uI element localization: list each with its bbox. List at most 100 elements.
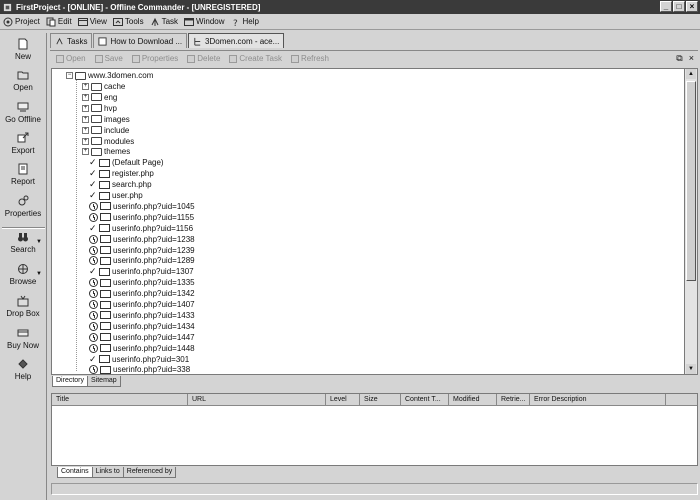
tree-vertical-scrollbar[interactable]: ▲ ▼ xyxy=(685,68,698,375)
properties-button[interactable]: Properties xyxy=(0,195,46,225)
tasks-icon xyxy=(56,37,63,44)
expand-icon[interactable]: + xyxy=(82,115,89,123)
tree-page[interactable]: ✓ user.php xyxy=(89,190,143,201)
menu-view[interactable]: View xyxy=(77,17,107,27)
tree-page[interactable]: ✓ register.php xyxy=(89,168,154,179)
tree-page[interactable]: userinfo.php?uid=1447 xyxy=(89,332,195,343)
tree-page[interactable]: ✓ userinfo.php?uid=1307 xyxy=(89,266,194,277)
tree-folder[interactable]: + themes xyxy=(82,146,130,157)
menu-tools[interactable]: Tools xyxy=(112,17,144,27)
clock-icon xyxy=(89,212,98,222)
new-button[interactable]: New xyxy=(0,38,46,68)
save-toolbar-button[interactable]: Save xyxy=(94,54,123,63)
column-title[interactable]: Title xyxy=(52,394,188,406)
browse-dropdown-arrow-icon[interactable]: ▼ xyxy=(36,271,42,277)
column-error-description[interactable]: Error Description xyxy=(530,394,666,406)
details-grid[interactable]: Title URL Level Size Content T... Modifi… xyxy=(51,393,698,466)
tree-page[interactable]: userinfo.php?uid=1289 xyxy=(89,255,195,266)
open-button[interactable]: Open xyxy=(0,69,46,99)
tree-page[interactable]: userinfo.php?uid=1407 xyxy=(89,299,195,310)
expand-icon[interactable]: + xyxy=(82,126,89,134)
properties-toolbar-button[interactable]: Properties xyxy=(131,54,178,63)
tab-how-to-download[interactable]: How to Download ... xyxy=(93,33,188,48)
menu-project[interactable]: Project xyxy=(3,17,40,27)
properties-small-icon xyxy=(131,54,140,63)
column-url[interactable]: URL xyxy=(188,394,326,406)
scroll-up-icon[interactable]: ▲ xyxy=(686,69,696,79)
tab-tasks[interactable]: Tasks xyxy=(50,33,93,48)
expand-icon[interactable]: + xyxy=(82,137,89,145)
help-button[interactable]: Help xyxy=(0,358,46,388)
tree-folder[interactable]: + images xyxy=(82,114,130,125)
tab-contains[interactable]: Contains xyxy=(57,467,93,478)
tree-page[interactable]: ✓ search.php xyxy=(89,179,152,190)
create-task-toolbar-button[interactable]: Create Task xyxy=(229,54,282,63)
tree-folder[interactable]: + include xyxy=(82,125,129,136)
search-dropdown-arrow-icon[interactable]: ▼ xyxy=(36,239,42,245)
scroll-thumb[interactable] xyxy=(686,81,696,281)
scroll-down-icon[interactable]: ▼ xyxy=(686,364,696,374)
column-content-type[interactable]: Content T... xyxy=(401,394,449,406)
tab-sitemap[interactable]: Sitemap xyxy=(87,376,121,387)
clock-icon xyxy=(89,343,98,353)
column-level[interactable]: Level xyxy=(326,394,360,406)
tree-page[interactable]: userinfo.php?uid=1342 xyxy=(89,288,195,299)
tree-page[interactable]: userinfo.php?uid=1433 xyxy=(89,310,195,321)
clock-icon xyxy=(89,278,98,288)
menu-window[interactable]: Window xyxy=(184,17,225,27)
tab-links-to[interactable]: Links to xyxy=(91,467,124,478)
expand-icon[interactable]: + xyxy=(82,148,89,156)
tree-page-label: user.php xyxy=(112,191,143,200)
tree-folder[interactable]: + modules xyxy=(82,136,134,147)
menu-task[interactable]: Task xyxy=(150,17,178,27)
refresh-toolbar-button[interactable]: Refresh xyxy=(290,54,329,63)
tree-page[interactable]: userinfo.php?uid=1238 xyxy=(89,234,195,245)
restore-document-icon[interactable]: ⧉ xyxy=(676,53,682,64)
tree-page[interactable]: userinfo.php?uid=1335 xyxy=(89,277,195,288)
tree-page-label: userinfo.php?uid=1447 xyxy=(113,332,195,342)
minimize-button[interactable]: _ xyxy=(660,1,672,12)
tree-page[interactable]: userinfo.php?uid=1155 xyxy=(89,212,194,223)
tree-page[interactable]: ✓ userinfo.php?uid=301 xyxy=(89,354,189,365)
tab-directory[interactable]: Directory xyxy=(52,376,89,387)
column-modified[interactable]: Modified xyxy=(449,394,497,406)
tree-page[interactable]: ✓ userinfo.php?uid=1156 xyxy=(89,223,193,234)
menu-help[interactable]: ? Help xyxy=(231,17,259,27)
menu-edit[interactable]: Edit xyxy=(46,17,72,27)
page-icon xyxy=(100,344,111,353)
drop-box-button[interactable]: Drop Box xyxy=(0,295,46,325)
column-retrieved[interactable]: Retrie... xyxy=(497,394,530,406)
close-button[interactable]: × xyxy=(686,1,698,12)
report-button[interactable]: Report xyxy=(0,163,46,193)
tree-page[interactable]: userinfo.php?uid=1448 xyxy=(89,343,195,354)
search-button[interactable]: Search ▼ xyxy=(0,231,46,261)
buy-now-button[interactable]: Buy Now xyxy=(0,327,46,357)
app-icon xyxy=(3,3,12,11)
tab-referenced-by[interactable]: Referenced by xyxy=(122,467,177,478)
collapse-icon[interactable]: − xyxy=(66,72,73,79)
tree-page[interactable]: userinfo.php?uid=1239 xyxy=(89,245,195,256)
go-offline-button[interactable]: Go Offline xyxy=(0,101,46,131)
tree-folder[interactable]: + cache xyxy=(82,81,125,92)
browse-button[interactable]: Browse ▼ xyxy=(0,263,46,293)
expand-icon[interactable]: + xyxy=(82,104,89,112)
delete-toolbar-button[interactable]: Delete xyxy=(187,54,220,63)
tree-page[interactable]: userinfo.php?uid=338 xyxy=(89,364,190,374)
tree-folder-label: include xyxy=(104,125,130,135)
export-button[interactable]: Export xyxy=(0,132,46,162)
tree-folder[interactable]: + eng xyxy=(82,92,117,103)
tab-3domen[interactable]: 3Domen.com - ace... xyxy=(188,33,285,48)
open-toolbar-button[interactable]: Open xyxy=(56,54,86,63)
tree-page[interactable]: ✓ (Default Page) xyxy=(89,157,164,168)
column-size[interactable]: Size xyxy=(360,394,401,406)
tree-folder[interactable]: + hvp xyxy=(82,103,117,114)
maximize-button[interactable]: □ xyxy=(673,1,685,12)
tree-page[interactable]: userinfo.php?uid=1045 xyxy=(89,201,195,212)
site-tree[interactable]: − www.3domen.com + cache + eng + hvp + images + i… xyxy=(51,68,685,375)
close-document-icon[interactable]: × xyxy=(689,53,694,64)
expand-icon[interactable]: + xyxy=(82,83,89,90)
tree-page-label: register.php xyxy=(112,169,154,179)
tree-page[interactable]: userinfo.php?uid=1434 xyxy=(89,321,195,332)
expand-icon[interactable]: + xyxy=(82,93,89,101)
tree-root[interactable]: − www.3domen.com xyxy=(66,70,153,81)
